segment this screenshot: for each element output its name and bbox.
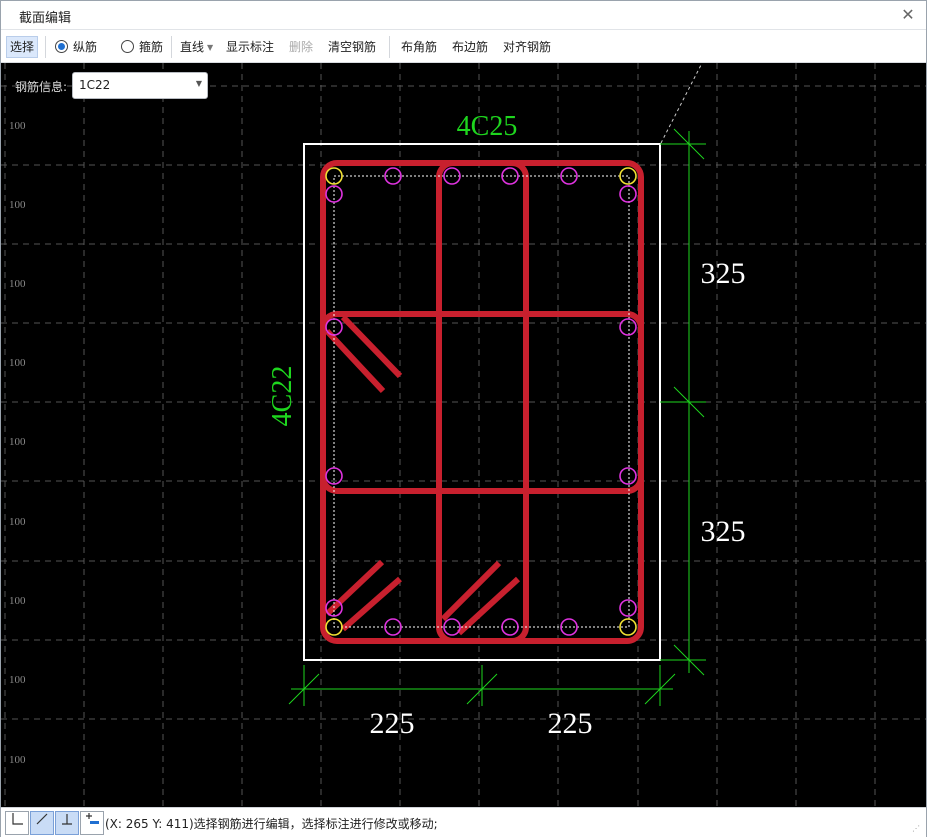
radio-unchecked-icon — [121, 40, 134, 53]
title-bar: 截面编辑 ✕ — [1, 1, 926, 30]
edge-rebar — [619, 599, 637, 617]
line-draw-icon[interactable] — [30, 811, 54, 835]
align-rebar-button[interactable]: 对齐钢筋 — [503, 37, 551, 57]
chevron-down-icon: ▼ — [195, 79, 202, 88]
stirrup-hook — [440, 560, 502, 622]
select-button[interactable]: 选择 — [6, 36, 39, 58]
grid-label: 100 — [9, 516, 26, 528]
grid-scale-labels: 100 100 100 100 100 100 100 100 100 — [9, 120, 26, 766]
line-dropdown[interactable]: 直线 ▼ — [180, 37, 213, 57]
add-dimension-icon[interactable] — [80, 811, 104, 835]
stirrup-hook — [324, 328, 386, 394]
stirrups[interactable] — [320, 160, 644, 644]
place-edge-rebar-button[interactable]: 布边筋 — [452, 37, 488, 57]
drawing-canvas[interactable]: 100 100 100 100 100 100 100 100 100 4C25… — [1, 63, 926, 807]
perpendicular-icon[interactable] — [55, 811, 79, 835]
grid-label: 100 — [9, 120, 26, 132]
resize-grip-icon[interactable]: ⋰ — [912, 824, 922, 834]
stirrup-label: 箍筋 — [139, 40, 164, 54]
grid-label: 100 — [9, 754, 26, 766]
section-editor-window: 截面编辑 ✕ 选择 纵筋 箍筋 直线 ▼ 显示标注 删除 清空钢筋 布角筋 布边筋… — [0, 0, 927, 837]
leader-line — [660, 64, 702, 144]
window-title: 截面编辑 — [19, 11, 72, 26]
rebar-info-value: 1C22 — [79, 78, 111, 92]
chevron-down-icon: ▼ — [207, 43, 214, 52]
edge-rebar — [619, 467, 637, 485]
longitudinal-rebar-radio[interactable]: 纵筋 — [55, 37, 97, 57]
dimension-label[interactable]: 225 — [370, 707, 415, 740]
dimension-label[interactable]: 225 — [548, 707, 593, 740]
status-bar: (X: 265 Y: 411)选择钢筋进行编辑，选择标注进行修改或移动; ⋰ — [1, 807, 926, 837]
close-icon[interactable]: ✕ — [898, 5, 918, 25]
grid-label: 100 — [9, 436, 26, 448]
toolbar: 选择 纵筋 箍筋 直线 ▼ 显示标注 删除 清空钢筋 布角筋 布边筋 对齐钢筋 — [1, 30, 926, 63]
grid — [1, 63, 926, 807]
edge-rebar — [619, 185, 637, 203]
side-rebar-label[interactable]: 4C22 — [267, 366, 298, 427]
delete-button[interactable]: 删除 — [289, 37, 313, 57]
radio-checked-icon — [55, 40, 68, 53]
ortho-icon[interactable] — [5, 811, 29, 835]
rebar-info-select[interactable]: 1C22 ▼ — [72, 72, 208, 99]
dimension-label[interactable]: 325 — [701, 515, 746, 548]
stirrup-hook — [324, 559, 385, 617]
grid-label: 100 — [9, 278, 26, 290]
grid-label: 100 — [9, 674, 26, 686]
place-corner-rebar-button[interactable]: 布角筋 — [401, 37, 437, 57]
grid-label: 100 — [9, 357, 26, 369]
bottom-dimension[interactable] — [288, 665, 676, 706]
line-dropdown-label: 直线 — [180, 40, 205, 54]
toolbar-divider — [389, 36, 390, 58]
toolbar-divider — [171, 36, 172, 58]
longitudinal-rebar-label: 纵筋 — [73, 40, 98, 54]
grid-label: 100 — [9, 595, 26, 607]
stirrup-radio[interactable]: 箍筋 — [121, 37, 163, 57]
stirrup-hook — [341, 576, 402, 632]
show-dimensions-button[interactable]: 显示标注 — [226, 37, 274, 57]
right-dimension[interactable] — [660, 128, 706, 676]
stirrup-hook — [340, 314, 403, 379]
section-drawing[interactable]: 100 100 100 100 100 100 100 100 100 4C25… — [1, 63, 926, 807]
edge-rebar — [619, 318, 637, 336]
status-text: (X: 265 Y: 411)选择钢筋进行编辑，选择标注进行修改或移动; — [105, 817, 438, 831]
inner-stirrup-horizontal — [320, 311, 644, 494]
dimension-label[interactable]: 325 — [701, 257, 746, 290]
clear-rebar-button[interactable]: 清空钢筋 — [328, 37, 376, 57]
top-rebar-label[interactable]: 4C25 — [457, 111, 518, 142]
stirrup-hook — [456, 576, 521, 636]
grid-label: 100 — [9, 199, 26, 211]
rebar-info-label: 钢筋信息: — [15, 80, 68, 94]
toolbar-divider — [45, 36, 46, 58]
